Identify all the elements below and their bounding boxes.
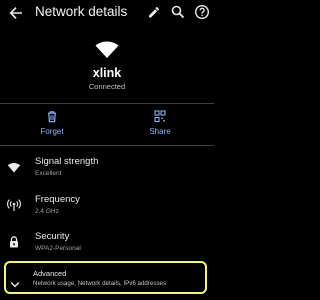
advanced-title: Advanced bbox=[33, 269, 67, 278]
security-title: Security bbox=[35, 231, 70, 242]
divider bbox=[0, 103, 214, 104]
signal-strength-row: Signal strength Excellent bbox=[0, 151, 214, 185]
help-icon[interactable] bbox=[194, 4, 210, 20]
security-value: WPA2-Personal bbox=[35, 245, 81, 252]
page-title: Network details bbox=[35, 4, 128, 19]
connection-status: Connected bbox=[88, 82, 126, 91]
divider bbox=[0, 145, 214, 146]
wifi-signal-icon bbox=[7, 160, 21, 174]
back-arrow-icon[interactable] bbox=[8, 5, 24, 21]
wifi-icon bbox=[95, 41, 119, 59]
frequency-title: Frequency bbox=[35, 194, 80, 205]
lock-icon bbox=[7, 235, 21, 249]
antenna-icon bbox=[7, 198, 21, 212]
signal-strength-value: Excellent bbox=[35, 170, 62, 177]
network-name: xlink bbox=[92, 66, 122, 80]
share-label: Share bbox=[149, 127, 171, 136]
qr-code-icon bbox=[154, 110, 166, 123]
advanced-summary: Network usage, Network details, IPv6 add… bbox=[33, 280, 167, 287]
top-app-bar: Network details bbox=[0, 0, 214, 28]
forget-label: Forget bbox=[40, 127, 64, 136]
security-row: Security WPA2-Personal bbox=[0, 226, 214, 260]
forget-button[interactable]: Forget bbox=[22, 106, 82, 140]
share-button[interactable]: Share bbox=[130, 106, 190, 140]
signal-strength-title: Signal strength bbox=[35, 156, 99, 167]
frequency-row: Frequency 2.4 GHz bbox=[0, 189, 214, 223]
frequency-value: 2.4 GHz bbox=[35, 208, 59, 215]
search-icon[interactable] bbox=[170, 4, 186, 20]
advanced-section[interactable]: Advanced Network usage, Network details,… bbox=[4, 261, 207, 294]
trash-icon bbox=[48, 111, 56, 123]
edit-pencil-icon[interactable] bbox=[146, 4, 162, 20]
chevron-down-icon bbox=[10, 276, 20, 288]
